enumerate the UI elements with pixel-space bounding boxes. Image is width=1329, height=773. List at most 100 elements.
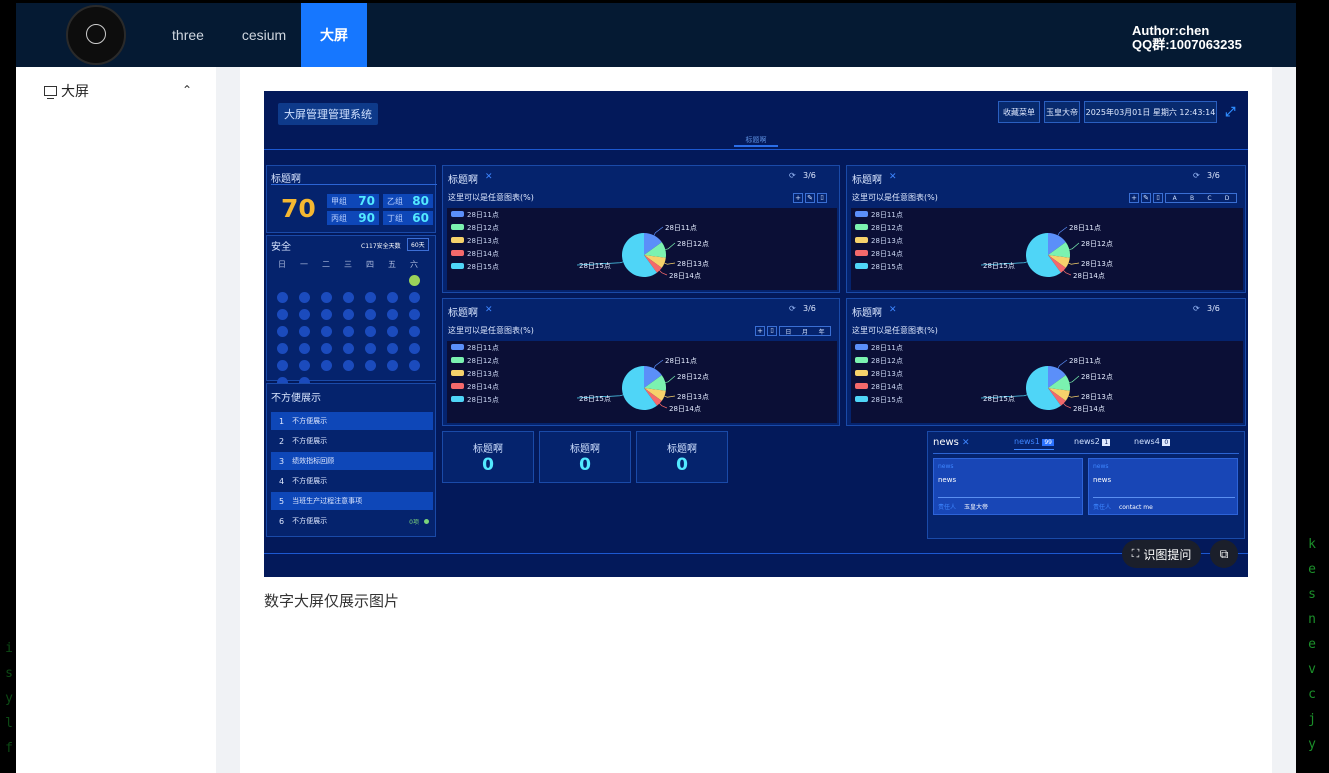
calendar-day [320,343,332,354]
chart-subtitle: 这里可以是任意图表(%) [448,193,534,202]
matrix-left-strip: i s y l f [0,0,16,773]
matrix-char: v [1308,662,1316,677]
list-item-num: 4 [279,476,285,486]
legend-label: 28日14点 [467,383,499,391]
group-value: 80 [412,194,429,208]
author-info: Author:chen QQ群:1007063235 [1132,24,1242,52]
list: 1 不方便展示 2 不方便展示 3 绩效指标回顾 4 不方便展示 5 当班生产过程注意事项… [271,412,433,530]
legend-swatch [855,344,868,350]
legend-label: 28日11点 [871,344,903,352]
calendar-day [386,292,398,303]
safety-days-label: C117安全天数 [361,243,401,250]
list-panel: 不方便展示 1 不方便展示 2 不方便展示 3 绩效指标回顾 4 不方便展示 5 当班生产… [266,383,436,537]
content-gutter-left [216,67,240,773]
legend-swatch [451,357,464,363]
dashboard-system-title: 大屏管理管理系统 [278,103,378,125]
calendar-day [342,292,354,303]
list-item: 6 不方便展示 0项 [271,512,433,530]
legend-swatch [855,250,868,256]
pie-label: 28日13点 [677,260,709,268]
nav-item-cesium[interactable]: cesium [230,3,298,67]
open-image-button[interactable]: ⧉ [1210,540,1238,568]
legend-swatch [451,250,464,256]
image-question-button[interactable]: ⛶ 识图提问 [1122,540,1201,568]
nav-item-three[interactable]: three [156,3,220,67]
legend-swatch [855,357,868,363]
scan-icon: ⛶ [1131,547,1140,560]
image-question-label: 识图提问 [1143,547,1192,562]
calendar-day [364,360,376,371]
pie-leader-line [665,375,676,383]
calendar-day [364,292,376,303]
legend-label: 28日12点 [871,224,903,232]
news-tab-label: news1 [1014,437,1040,446]
list-item: 1 不方便展示 [271,412,433,430]
calendar-day [276,360,288,371]
calendar-day [386,326,398,337]
calendar-day [408,343,420,354]
weekday-label: 六 [410,260,418,269]
news-owner-name: contact me [1118,504,1153,511]
group-value: 60 [412,211,429,225]
pie-label: 28日15点 [579,262,611,270]
pie-label: 28日14点 [669,405,701,413]
close-icon: ✕ [889,172,897,182]
group-badge: 丁组 60 [383,211,433,225]
list-item: 3 绩效指标回顾 [271,452,433,470]
list-item-text: 当班生产过程注意事项 [292,497,363,505]
calendar-day [276,309,288,320]
delete-icon: ▯ [817,193,827,203]
chevron-up-icon[interactable]: ⌃ [182,83,192,97]
stat-card: 标题啊 0 [539,431,631,483]
pie-label: 28日15点 [579,395,611,403]
logo-emblem-icon [86,23,106,44]
pie-leader-line [653,226,664,236]
list-item: 5 当班生产过程注意事项 [271,492,433,510]
legend-swatch [451,383,464,389]
legend-swatch [451,237,464,243]
news-card: news news 责任人 contact me [1088,458,1238,515]
chart-subtitle: 这里可以是任意图表(%) [448,326,534,335]
pie-label: 28日11点 [1069,224,1101,232]
calendar-day [408,360,420,371]
site-logo[interactable] [66,5,126,65]
news-card-body: news [1093,476,1112,484]
safety-calendar-panel: 安全 C117安全天数 60天 日 一 二 三 四 五 六 [266,235,436,388]
chart-filter-tab: 日 [785,328,792,336]
pie-label: 28日12点 [1081,373,1113,381]
pie-label: 28日11点 [1069,357,1101,365]
pie-label: 28日15点 [983,395,1015,403]
matrix-char: e [1308,637,1316,652]
chart-filter-tab: 月 [801,328,808,336]
news-tab-1: news1 99 [1014,437,1054,450]
calendar-day [408,275,420,286]
footer-divider [264,553,1248,554]
chart-filter-tabs: A B C D [1165,193,1237,203]
calendar-day [386,343,398,354]
legend-label: 28日14点 [467,250,499,258]
pie-label: 28日14点 [1073,272,1105,280]
list-item-num: 1 [279,416,285,426]
delete-icon: ▯ [767,326,777,336]
dashboard-center-title: 标题啊 [734,135,778,147]
pie-label: 28日15点 [983,262,1015,270]
legend-swatch [855,263,868,269]
calendar-day [342,360,354,371]
news-card: news news 责任人 玉皇大帝 [933,458,1083,515]
chart-panel: 标题啊 ✕ ⟳ 3/6 这里可以是任意图表(%) + ✎ ▯ A B C D 2… [846,165,1246,293]
nav-item-dashboard[interactable]: 大屏 [301,3,367,67]
news-card-tag: news [1093,463,1109,470]
legend-label: 28日13点 [871,370,903,378]
legend-label: 28日15点 [467,396,499,404]
matrix-char: y [1308,737,1316,752]
pie-leader-line [1063,270,1072,276]
pie-leader-line [1069,375,1080,383]
sidebar: 大屏 ⌃ [16,67,216,773]
legend-label: 28日11点 [871,211,903,219]
matrix-char: i [5,641,13,656]
plus-icon: + [1129,193,1139,203]
weekday-label: 一 [300,260,308,269]
chart-filter-tab: D [1224,194,1230,202]
calendar-day [386,309,398,320]
pie-label: 28日13点 [677,393,709,401]
